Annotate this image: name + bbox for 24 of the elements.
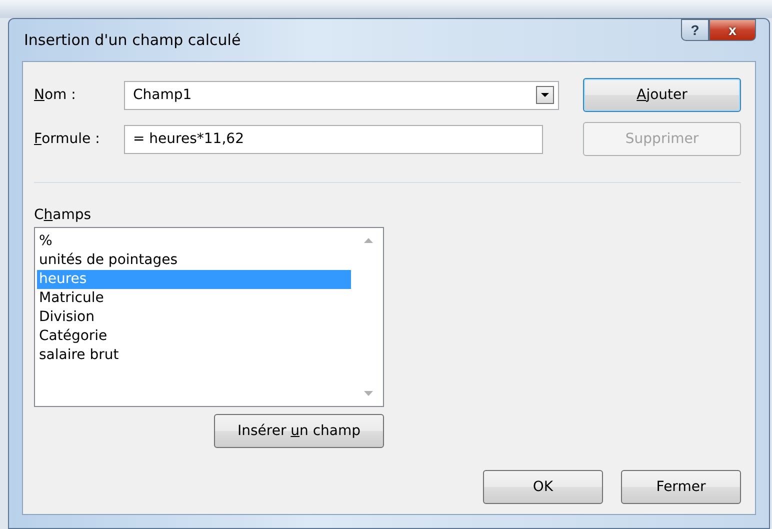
ok-button[interactable]: OK: [483, 470, 603, 504]
insert-field-button[interactable]: Insérer un champ: [214, 414, 384, 448]
help-button[interactable]: ?: [681, 19, 709, 41]
fields-list[interactable]: % unités de pointages heures Matricule Division Catégorie salaire brut: [34, 227, 384, 407]
scroll-down-icon[interactable]: [364, 391, 372, 396]
field-item[interactable]: salaire brut: [37, 346, 351, 365]
field-item[interactable]: %: [37, 232, 351, 251]
caret-icon: [541, 93, 549, 97]
fields-label: Champs: [34, 207, 92, 223]
scroll-up-icon[interactable]: [364, 238, 372, 243]
add-button[interactable]: Ajouter: [583, 78, 741, 112]
name-label: Nom :: [34, 87, 77, 103]
name-combo-box[interactable]: Champ1: [124, 80, 559, 110]
field-item[interactable]: unités de pointages: [37, 251, 351, 270]
close-button[interactable]: x: [709, 19, 756, 41]
dropdown-button[interactable]: [536, 86, 554, 104]
field-item[interactable]: Catégorie: [37, 327, 351, 346]
name-field[interactable]: Champ1: [125, 87, 536, 103]
formula-field[interactable]: = heures*11,62: [124, 124, 543, 154]
formula-label: Formule :: [34, 131, 101, 147]
field-item[interactable]: Division: [37, 308, 351, 327]
field-item[interactable]: Matricule: [37, 289, 351, 308]
window-title: Insertion d'un champ calculé: [23, 31, 241, 49]
close-dialog-button[interactable]: Fermer: [621, 470, 741, 504]
